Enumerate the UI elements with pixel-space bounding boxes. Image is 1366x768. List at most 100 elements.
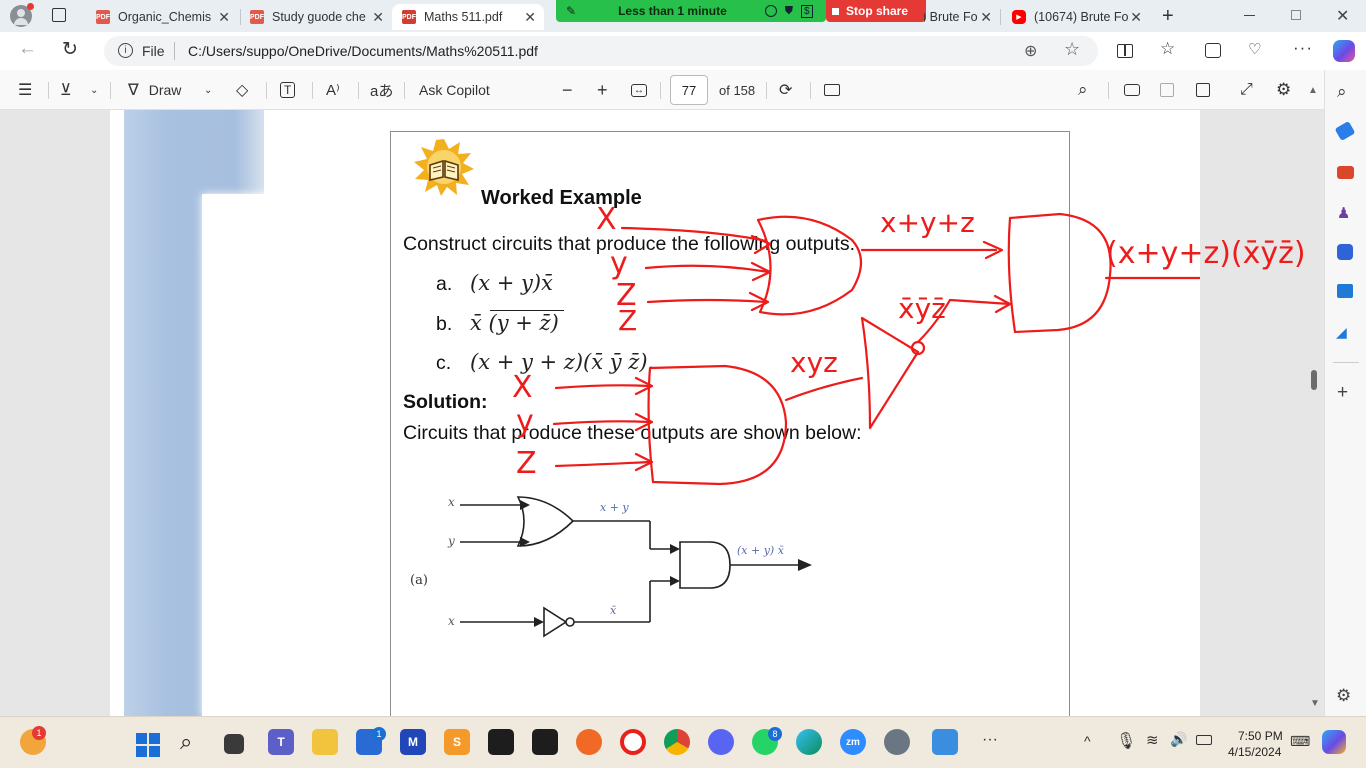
task-view-icon[interactable] — [224, 734, 244, 754]
eraser-icon[interactable]: ◇ — [236, 70, 248, 110]
translate-icon[interactable]: aあ — [370, 70, 393, 110]
url-text[interactable]: C:/Users/suppo/OneDrive/Documents/Maths%… — [188, 43, 538, 59]
file-explorer-icon[interactable] — [312, 729, 338, 755]
text-box-icon[interactable]: T — [280, 70, 296, 110]
settings-app-icon[interactable] — [884, 729, 910, 755]
back-button[interactable]: ← — [18, 38, 37, 60]
pdf-viewer[interactable]: Worked Example Construct circuits that p… — [0, 110, 1324, 716]
contents-icon[interactable]: ☰ — [18, 70, 32, 110]
page-view-icon[interactable] — [824, 70, 840, 110]
tray-chevron-up-icon[interactable]: ^ — [1084, 733, 1091, 749]
close-tab-icon[interactable]: ✕ — [218, 9, 230, 26]
github-icon[interactable] — [532, 729, 558, 755]
close-tab-icon[interactable]: ✕ — [372, 9, 384, 26]
ask-copilot-button[interactable]: Ask Copilot — [419, 70, 490, 110]
sidebar-tools-icon[interactable] — [1337, 166, 1354, 179]
battery-icon[interactable] — [1196, 735, 1212, 745]
save-as-icon[interactable] — [1196, 70, 1210, 110]
edge-icon[interactable] — [796, 729, 822, 755]
taskbar-search-icon[interactable]: ⌕ — [180, 729, 192, 755]
tab-youtube-brute-force[interactable]: ▶ (10674) Brute Fo ✕ — [1002, 4, 1150, 30]
scroll-up-arrow[interactable]: ▲ — [1308, 70, 1318, 110]
title-bar: PDF Organic_Chemis ✕ PDF Study guode che… — [0, 0, 1366, 32]
sidebar-settings-icon[interactable]: ⚙ — [1336, 686, 1351, 706]
tab-organic-chemistry[interactable]: PDF Organic_Chemis ✕ — [86, 4, 238, 30]
sidebar-office-icon[interactable] — [1337, 244, 1353, 260]
sidebar-outlook-icon[interactable] — [1337, 284, 1353, 298]
tab-title: (10674) Brute Fo — [1034, 10, 1129, 24]
read-aloud-icon[interactable]: A⁾ — [326, 70, 340, 110]
chevron-down-icon[interactable]: ⌄ — [90, 70, 98, 110]
fullscreen-icon[interactable]: ⤢ — [1240, 70, 1253, 110]
stop-share-button[interactable]: Stop share — [826, 0, 926, 22]
volume-icon[interactable]: 🔊 — [1170, 731, 1187, 748]
page-number-input[interactable]: 77 — [670, 75, 708, 105]
split-screen-icon[interactable] — [1117, 44, 1133, 58]
photos-icon[interactable] — [932, 729, 958, 755]
scrollbar-thumb[interactable] — [1311, 370, 1317, 390]
microphone-icon[interactable]: 🎙 — [1116, 731, 1136, 751]
pdf-icon: PDF — [402, 10, 416, 24]
sidebar-shopping-icon[interactable] — [1334, 120, 1356, 142]
app-orange-icon[interactable]: S — [444, 729, 470, 755]
fit-width-icon[interactable]: ↔ — [631, 70, 647, 110]
rotate-icon[interactable]: ⟳ — [779, 70, 792, 110]
close-tab-icon[interactable]: ✕ — [1130, 9, 1142, 26]
teams-icon[interactable]: T — [268, 729, 294, 755]
profile-avatar[interactable] — [10, 3, 34, 27]
firefox-icon[interactable] — [576, 729, 602, 755]
save-icon[interactable] — [1160, 70, 1174, 110]
sidebar-drop-icon[interactable]: ◢ — [1336, 324, 1347, 341]
figma-icon[interactable] — [488, 729, 514, 755]
sidebar-search-icon[interactable]: ⌕ — [1337, 82, 1347, 102]
favorite-star-icon[interactable]: ☆ — [1064, 39, 1080, 60]
highlight-icon[interactable]: ⊻ — [60, 70, 72, 110]
zoom-in-button[interactable]: + — [597, 70, 608, 110]
print-icon[interactable] — [1124, 70, 1140, 110]
draw-button[interactable]: ∇ Draw — [128, 70, 181, 110]
favorites-icon[interactable]: ☆ — [1160, 39, 1175, 59]
sidebar-add-icon[interactable]: + — [1337, 382, 1348, 404]
collections-icon[interactable] — [1205, 43, 1221, 58]
start-button[interactable] — [136, 733, 160, 757]
tab-actions-icon[interactable] — [52, 8, 66, 22]
more-apps-icon[interactable]: ··· — [982, 731, 998, 749]
tab-title: Maths 511.pdf — [424, 10, 503, 24]
new-tab-button[interactable]: + — [1162, 5, 1174, 28]
chevron-down-icon[interactable]: ⌄ — [204, 70, 212, 110]
copilot-icon[interactable] — [1333, 40, 1355, 62]
chrome-icon[interactable] — [664, 729, 690, 755]
url-box[interactable]: i File C:/Users/suppo/OneDrive/Documents… — [104, 36, 1098, 66]
minimize-button[interactable] — [1244, 15, 1255, 16]
pdf-settings-icon[interactable]: ⚙ — [1276, 70, 1291, 110]
tab-study-guide[interactable]: PDF Study guode che ✕ — [240, 4, 392, 30]
copilot-preview-icon[interactable] — [1322, 730, 1346, 754]
search-icon[interactable]: ⌕ — [1078, 70, 1088, 110]
zoom-out-button[interactable]: − — [562, 70, 573, 110]
wifi-icon[interactable]: ≋ — [1146, 731, 1159, 749]
restore-button[interactable] — [1291, 10, 1301, 20]
browser-essentials-icon[interactable]: ♡ — [1248, 40, 1261, 58]
feather-icon: ✎ — [566, 4, 577, 18]
zoom-icon[interactable]: zm — [840, 729, 866, 755]
pause-icon[interactable] — [764, 5, 777, 17]
scroll-down-arrow[interactable]: ▼ — [1310, 698, 1320, 709]
close-window-button[interactable]: ✕ — [1336, 6, 1349, 26]
clock-date[interactable]: 4/15/2024 — [1228, 745, 1281, 759]
settings-more-button[interactable]: ··· — [1293, 38, 1313, 58]
close-tab-icon[interactable]: ✕ — [980, 9, 992, 26]
discord-icon[interactable] — [708, 729, 734, 755]
opera-icon[interactable] — [620, 729, 646, 755]
app-blue-icon[interactable]: M — [400, 729, 426, 755]
keyboard-layout-icon[interactable]: ⌨ — [1290, 733, 1310, 750]
tab-brute-force[interactable]: ) Brute Fo ✕ — [924, 4, 1000, 30]
vertical-scrollbar[interactable]: ▼ — [1308, 110, 1322, 716]
clock-time[interactable]: 7:50 PM — [1238, 729, 1283, 743]
refresh-button[interactable]: ↻ — [62, 38, 78, 61]
sidebar-games-icon[interactable]: ♟ — [1337, 204, 1350, 222]
tab-maths-511[interactable]: PDF Maths 511.pdf ✕ — [392, 4, 544, 30]
info-icon[interactable]: i — [118, 43, 133, 58]
zoom-icon[interactable]: ⊕ — [1024, 41, 1037, 61]
dollar-icon[interactable]: $ — [801, 4, 813, 18]
close-tab-icon[interactable]: ✕ — [524, 9, 536, 26]
